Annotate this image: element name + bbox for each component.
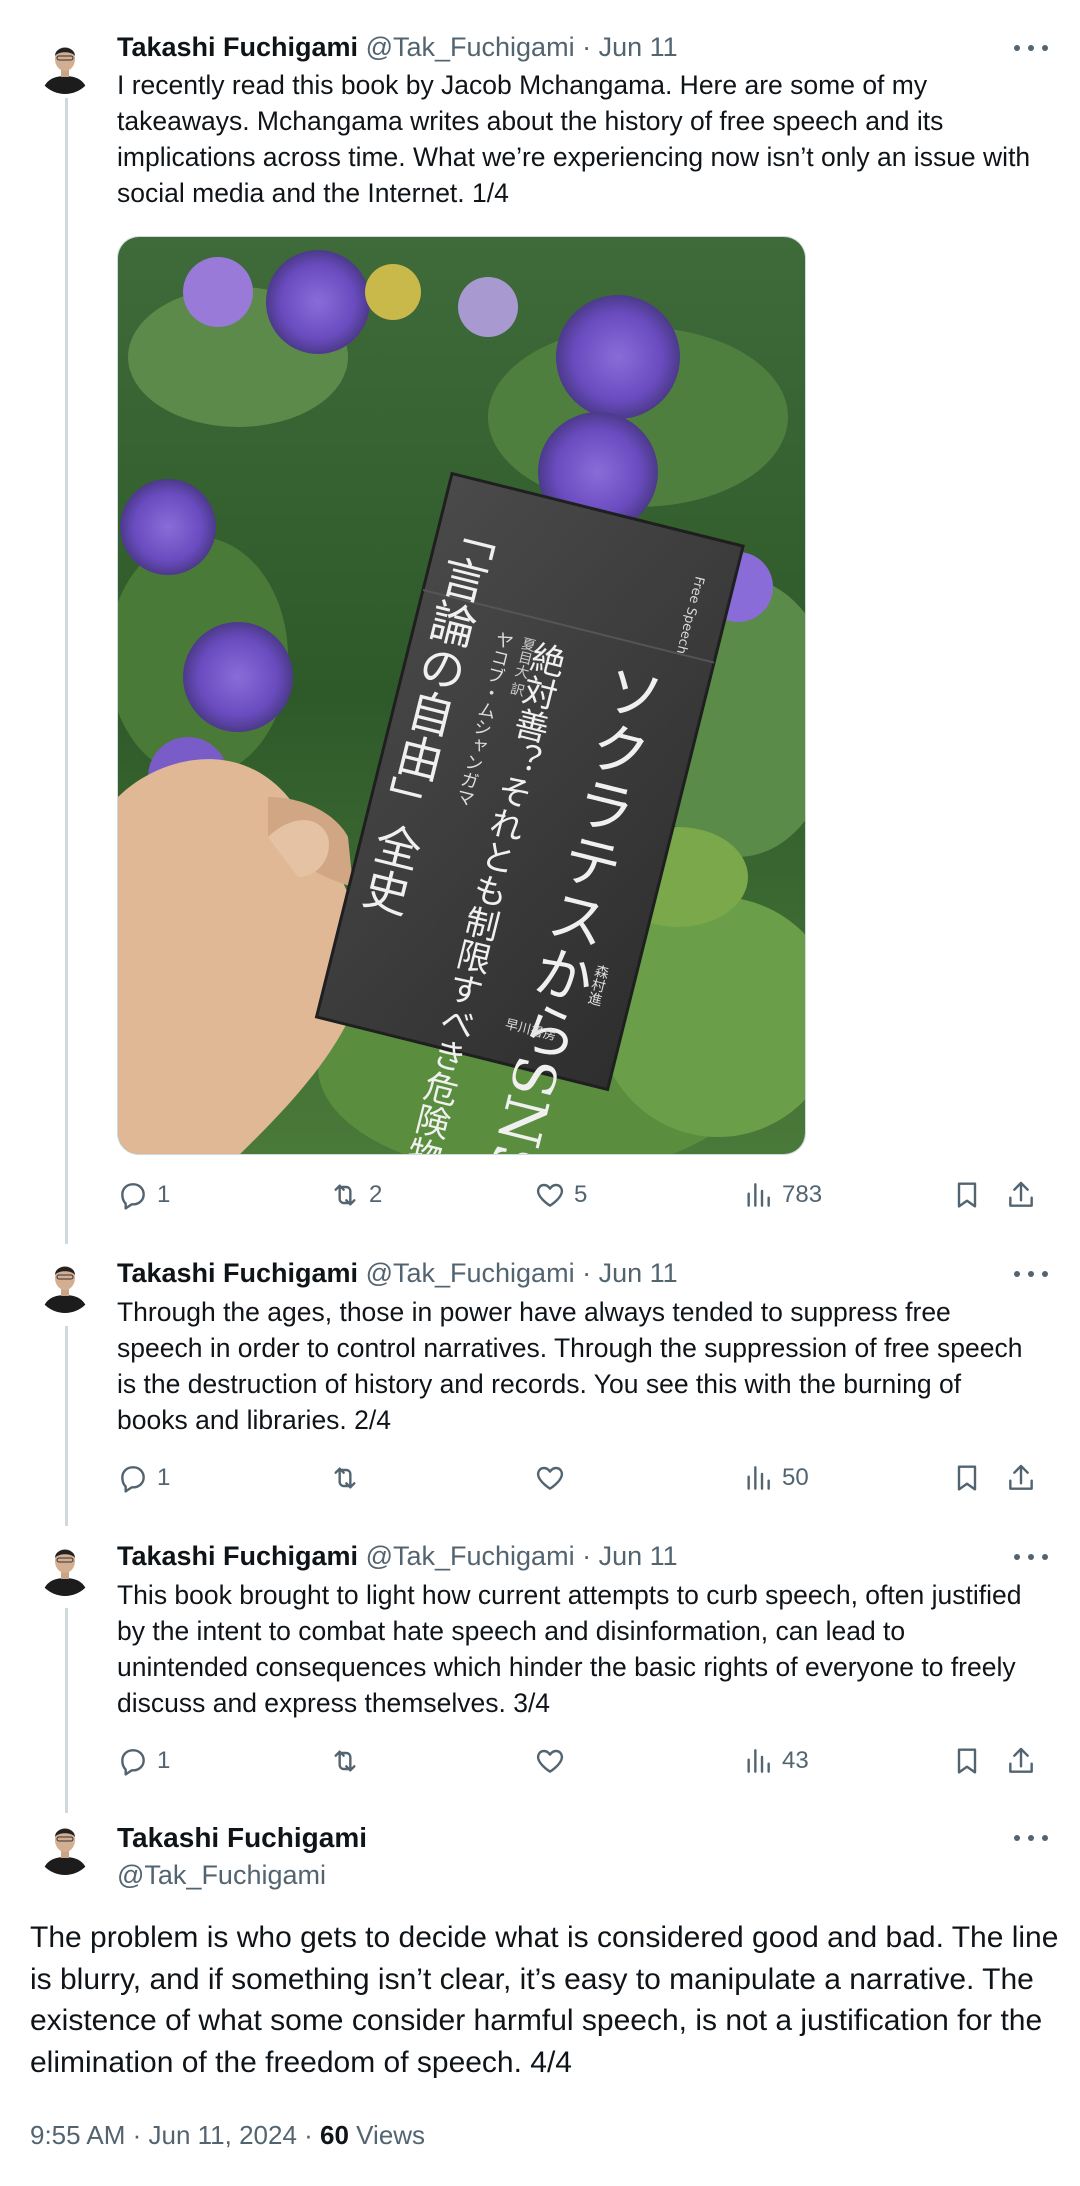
more-icon[interactable]	[1014, 1828, 1048, 1848]
like-button[interactable]: 5	[534, 1175, 587, 1215]
like-icon	[536, 1466, 564, 1490]
bookmark-button[interactable]	[951, 1175, 983, 1215]
tweet-timestamp[interactable]: 9:55 AM · Jun 11, 2024 · 60 Views	[30, 2118, 425, 2152]
repost-icon	[334, 1750, 356, 1772]
repost-button[interactable]	[329, 1458, 361, 1498]
tweet-text: The problem is who gets to decide what i…	[30, 1921, 1059, 2079]
bookmark-icon	[957, 1182, 977, 1208]
views-count: 50	[782, 1464, 809, 1491]
share-icon	[1009, 1747, 1033, 1773]
share-button[interactable]	[1005, 1458, 1037, 1498]
views-count: 60	[320, 2120, 349, 2150]
repost-button[interactable]	[329, 1741, 361, 1781]
reply-button[interactable]: 1	[117, 1458, 170, 1498]
avatar[interactable]	[36, 1255, 94, 1313]
author-handle[interactable]: @Tak_Fuchigami	[366, 1258, 575, 1288]
like-button[interactable]	[534, 1458, 566, 1498]
share-icon	[1009, 1181, 1033, 1207]
views-button[interactable]: 43	[742, 1741, 809, 1781]
reply-icon	[121, 1749, 145, 1776]
tweet-date[interactable]: Jun 11	[599, 32, 678, 62]
reply-count: 1	[157, 1464, 171, 1491]
author-handle[interactable]: @Tak_Fuchigami	[117, 1857, 326, 1893]
reply-icon	[121, 1466, 145, 1493]
views-button[interactable]: 783	[742, 1175, 822, 1215]
views-button[interactable]: 50	[742, 1458, 809, 1498]
tweet-header: Takashi Fuchigami @Tak_Fuchigami · Jun 1…	[117, 1256, 678, 1290]
like-icon	[536, 1749, 564, 1773]
author-name[interactable]: Takashi Fuchigami	[117, 32, 358, 62]
separator: ·	[582, 1258, 592, 1288]
more-icon[interactable]	[1014, 1264, 1048, 1284]
share-icon	[1009, 1464, 1033, 1490]
repost-icon	[334, 1467, 356, 1489]
separator: ·	[582, 1541, 592, 1571]
thread-connector	[65, 98, 68, 1244]
tweet-text: Through the ages, those in power have al…	[117, 1297, 1023, 1435]
tweet-actions: 1 2 5 783	[117, 1175, 1047, 1215]
avatar[interactable]	[36, 1538, 94, 1596]
views-count: 43	[782, 1747, 809, 1774]
reply-icon	[121, 1183, 145, 1210]
thread-connector	[65, 1608, 68, 1813]
like-icon	[536, 1183, 564, 1207]
repost-icon	[334, 1184, 356, 1206]
bookmark-icon	[957, 1748, 977, 1774]
tweet-photo[interactable]: Free Speech ソクラテスからSNS 絶対善？それとも制限すべき危険物？…	[117, 236, 806, 1155]
tweet-header: Takashi Fuchigami @Tak_Fuchigami · Jun 1…	[117, 1539, 678, 1573]
repost-count: 2	[369, 1181, 383, 1208]
bookmark-icon	[957, 1465, 977, 1491]
author-handle[interactable]: @Tak_Fuchigami	[366, 32, 575, 62]
views-icon	[747, 1466, 770, 1490]
views-label: Views	[348, 2120, 426, 2150]
tweet-text: I recently read this book by Jacob Mchan…	[117, 70, 1031, 208]
tweet-time[interactable]: 9:55 AM · Jun 11, 2024 ·	[30, 2120, 320, 2150]
like-count: 5	[574, 1181, 588, 1208]
bookmark-button[interactable]	[951, 1458, 983, 1498]
more-icon[interactable]	[1014, 1547, 1048, 1567]
reply-button[interactable]: 1	[117, 1741, 170, 1781]
author-handle[interactable]: @Tak_Fuchigami	[366, 1541, 575, 1571]
author-name[interactable]: Takashi Fuchigami	[117, 1541, 358, 1571]
share-button[interactable]	[1005, 1175, 1037, 1215]
avatar[interactable]	[36, 36, 94, 94]
views-count: 783	[782, 1181, 823, 1208]
like-button[interactable]	[534, 1741, 566, 1781]
views-icon	[747, 1749, 770, 1773]
share-button[interactable]	[1005, 1741, 1037, 1781]
bookmark-button[interactable]	[951, 1741, 983, 1781]
reply-count: 1	[157, 1181, 171, 1208]
tweet-date[interactable]: Jun 11	[599, 1258, 678, 1288]
tweet-text: This book brought to light how current a…	[117, 1580, 1022, 1718]
tweet-header: Takashi Fuchigami @Tak_Fuchigami · Jun 1…	[117, 30, 678, 64]
tweet-date[interactable]: Jun 11	[599, 1541, 678, 1571]
more-icon[interactable]	[1014, 38, 1048, 58]
tweet-actions: 1 50	[117, 1458, 1047, 1498]
views-icon	[747, 1183, 770, 1207]
author-name[interactable]: Takashi Fuchigami	[117, 1258, 358, 1288]
tweet-actions: 1 43	[117, 1741, 1047, 1781]
avatar[interactable]	[36, 1817, 94, 1875]
repost-button[interactable]: 2	[329, 1175, 382, 1215]
separator: ·	[582, 32, 592, 62]
author-name[interactable]: Takashi Fuchigami	[117, 1820, 367, 1856]
reply-count: 1	[157, 1747, 171, 1774]
reply-button[interactable]: 1	[117, 1175, 170, 1215]
thread-connector	[65, 1326, 68, 1526]
